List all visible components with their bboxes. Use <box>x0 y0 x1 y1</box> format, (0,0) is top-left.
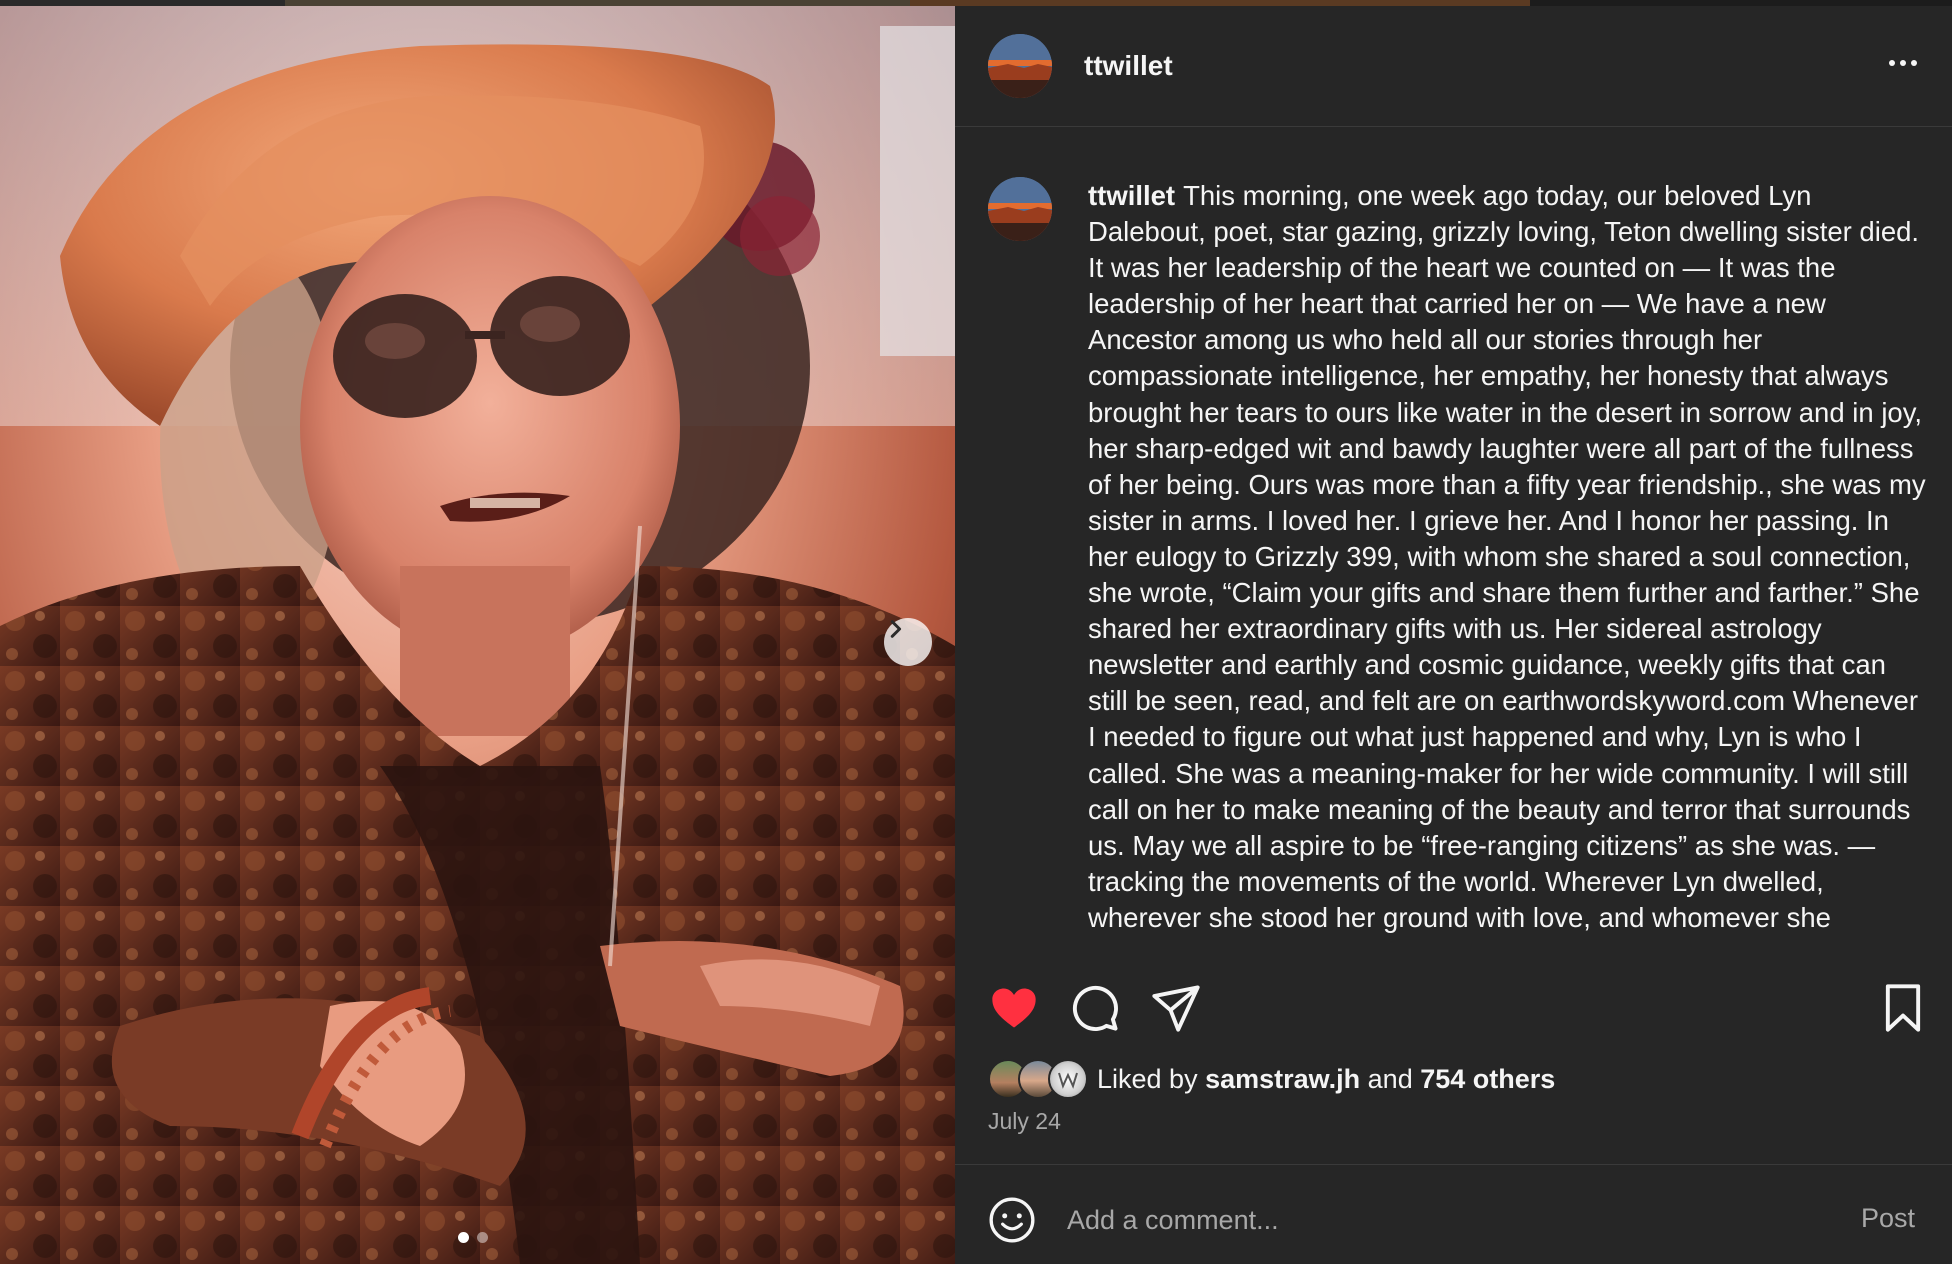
comment-composer: Post <box>955 1164 1952 1264</box>
liked-by-user-link[interactable]: samstraw.jh <box>1205 1064 1360 1094</box>
caption-text: This morning, one week ago today, our be… <box>1088 180 1926 933</box>
more-options-button[interactable] <box>1878 48 1928 78</box>
more-horizontal-icon <box>1889 60 1895 66</box>
post-date[interactable]: July 24 <box>988 1108 1061 1135</box>
likes-summary: Liked by samstraw.jh and 754 others <box>988 1058 1555 1100</box>
next-photo-button[interactable] <box>884 618 932 666</box>
paper-plane-icon <box>1152 985 1200 1032</box>
bookmark-icon <box>1885 984 1921 1032</box>
caption-username[interactable]: ttwillet <box>1088 180 1175 211</box>
action-bar <box>955 958 1952 1038</box>
caption-section: ttwillet This morning, one week ago today… <box>955 128 1952 958</box>
avatar-landscape-image <box>988 34 1052 98</box>
carousel-dot-1 <box>458 1232 469 1243</box>
comment-button[interactable] <box>1069 982 1121 1034</box>
avatar <box>1048 1059 1088 1099</box>
emoji-button[interactable] <box>987 1195 1037 1245</box>
like-button[interactable] <box>988 982 1040 1034</box>
chevron-right-icon <box>890 620 902 638</box>
carousel-dot-2 <box>477 1232 488 1243</box>
photo-illustration <box>0 6 955 1264</box>
share-button[interactable] <box>1150 982 1202 1034</box>
liked-by-text: Liked by samstraw.jh and 754 others <box>1097 1063 1556 1094</box>
liker-avatars <box>988 1059 1098 1099</box>
post-comment-button[interactable]: Post <box>1861 1203 1915 1234</box>
post-details-panel: ttwillet ttwillet This morning, one week … <box>955 6 1952 1264</box>
likes-count-link[interactable]: 754 others <box>1420 1064 1555 1094</box>
caption-avatar[interactable] <box>988 177 1052 241</box>
avatar-landscape-image <box>988 177 1052 241</box>
smiley-icon <box>989 1197 1035 1243</box>
post-caption: ttwillet This morning, one week ago today… <box>1088 178 1928 936</box>
comment-bubble-icon <box>1072 985 1118 1031</box>
w-logo-icon <box>1058 1072 1078 1089</box>
carousel-indicator <box>458 1232 488 1243</box>
heart-filled-icon <box>992 988 1036 1028</box>
post-photo[interactable] <box>0 6 955 1264</box>
save-button[interactable] <box>1877 982 1929 1034</box>
comment-input[interactable] <box>1067 1195 1807 1245</box>
post-header: ttwillet <box>955 6 1952 127</box>
avatar[interactable] <box>988 34 1052 98</box>
post-author-username[interactable]: ttwillet <box>1084 50 1173 82</box>
